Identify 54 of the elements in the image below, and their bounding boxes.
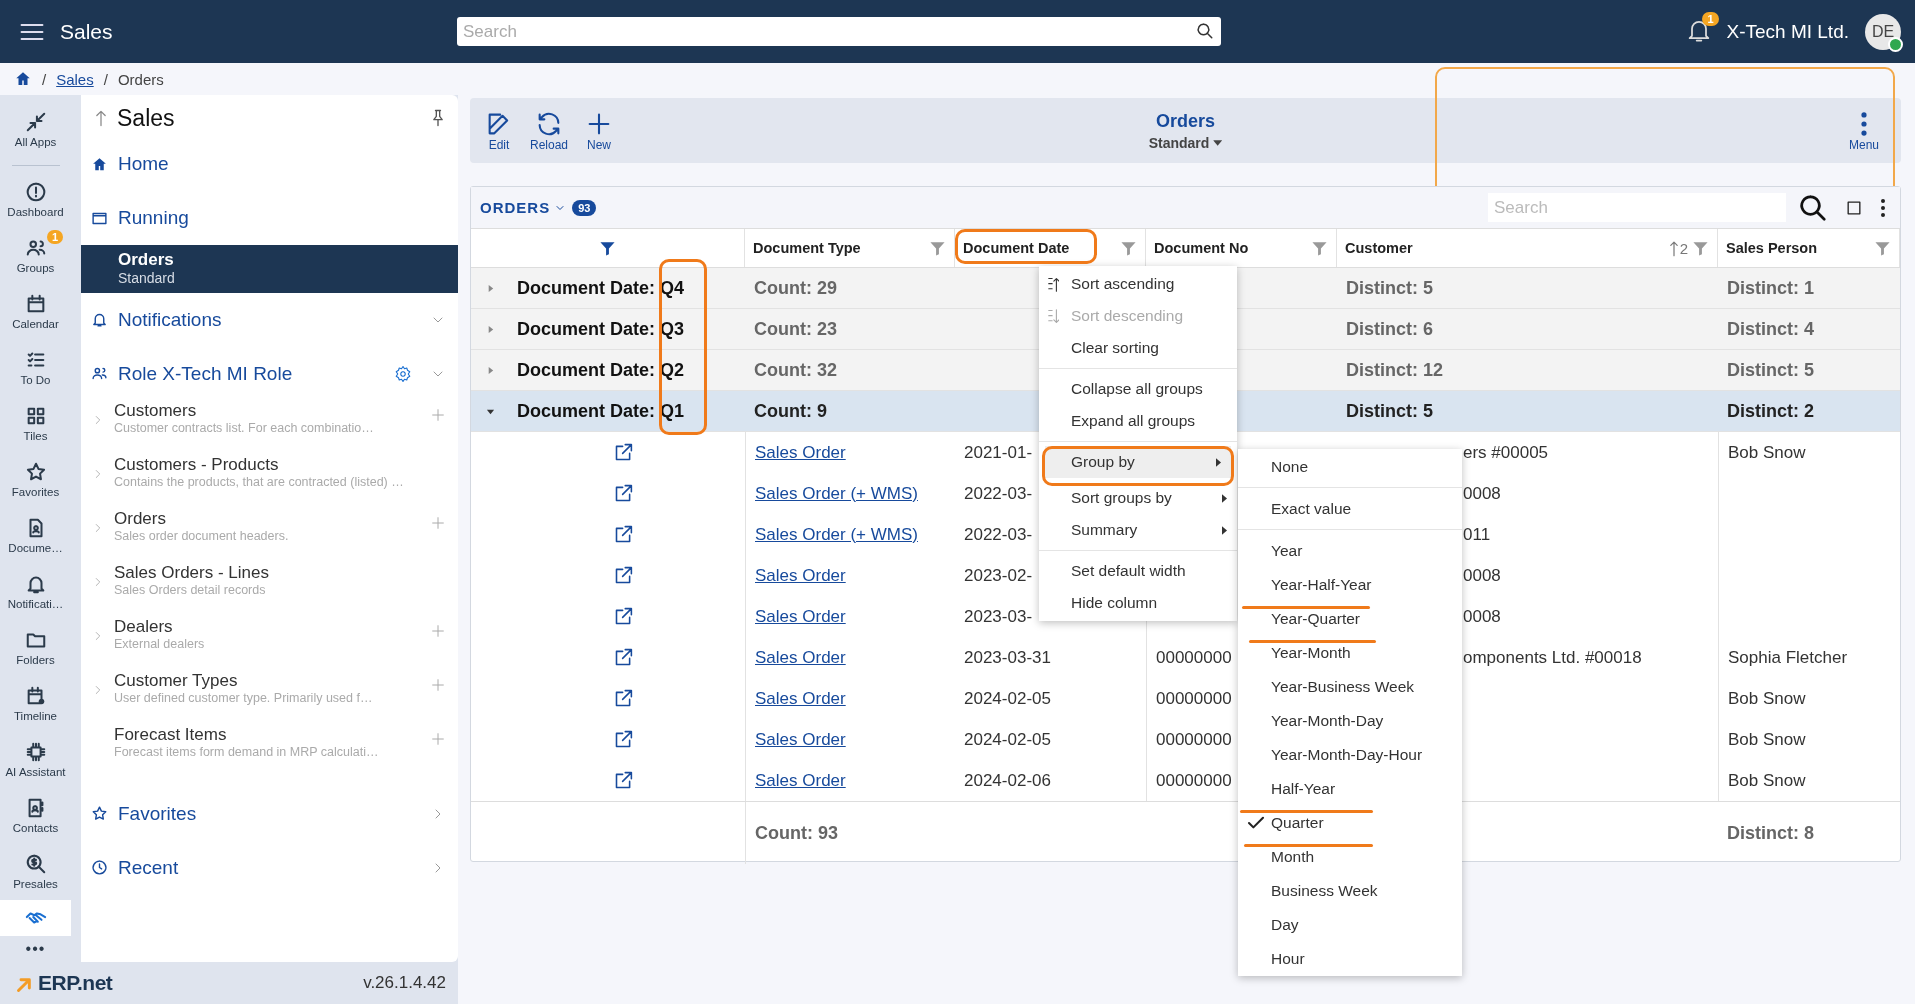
group-label: Document Date: Q4 <box>517 277 685 299</box>
group-summary: Count: 29 <box>754 277 837 299</box>
table-cell: 2022-03- <box>964 483 1033 504</box>
table-cell: 2024-02-05 <box>964 729 1051 750</box>
total-summary: Count: 93 <box>755 822 838 844</box>
notification-badge: 1 <box>1702 11 1719 26</box>
panel-title: Sales <box>117 104 175 132</box>
table-cell: 00000000 <box>1156 729 1232 750</box>
table-cell: Bob Snow <box>1728 770 1806 791</box>
group-summary: Count: 32 <box>754 359 837 381</box>
table-cell: Sophia Fletcher <box>1728 647 1848 668</box>
table-cell: 2022-03- <box>964 524 1033 545</box>
breadcrumb-separator: / <box>42 70 47 88</box>
table-cell: ers #00005 <box>1463 442 1549 463</box>
table-cell: 2021-01- <box>964 442 1033 463</box>
group-summary: Count: 23 <box>754 318 837 340</box>
count-badge: 93 <box>572 199 597 216</box>
view-title: Orders <box>1156 110 1215 132</box>
group-summary: Distinct: 12 <box>1346 359 1444 381</box>
group-summary: Distinct: 5 <box>1727 359 1814 381</box>
count-badge: 1 <box>46 230 63 245</box>
table-cell: 011 <box>1463 524 1491 545</box>
table-cell: 2023-02- <box>964 565 1033 586</box>
group-summary: Distinct: 6 <box>1346 318 1433 340</box>
group-summary: Distinct: 4 <box>1727 318 1814 340</box>
group-summary: Distinct: 1 <box>1727 277 1814 299</box>
group-summary: Distinct: 2 <box>1727 400 1814 422</box>
table-cell: 0008 <box>1463 565 1501 586</box>
table-cell: 2023-03- <box>964 606 1033 627</box>
table-cell: 2023-03-31 <box>964 647 1051 668</box>
sort-order: 2 <box>1679 239 1688 257</box>
version-label: v.26.1.4.42 <box>363 973 446 993</box>
table-cell: omponents Ltd. #00018 <box>1463 647 1642 668</box>
table-cell: 00000000 <box>1156 688 1232 709</box>
table-cell: 0008 <box>1463 606 1501 627</box>
group-label: Document Date: Q2 <box>517 359 685 381</box>
table-cell: 2024-02-06 <box>964 770 1051 791</box>
table-cell: Bob Snow <box>1728 442 1806 463</box>
table-cell: Bob Snow <box>1728 688 1806 709</box>
group-summary: Distinct: 5 <box>1346 277 1433 299</box>
table-cell: 2024-02-05 <box>964 688 1051 709</box>
table-cell: 0008 <box>1463 483 1501 504</box>
group-summary: Distinct: 5 <box>1346 400 1433 422</box>
breadcrumb-current: Orders <box>117 70 164 88</box>
group-label: Document Date: Q3 <box>517 318 685 340</box>
group-summary: Count: 9 <box>754 400 827 422</box>
app-title: Sales <box>60 19 114 44</box>
total-summary: Distinct: 8 <box>1727 822 1814 844</box>
breadcrumb-separator: / <box>103 70 108 88</box>
group-label: Document Date: Q1 <box>517 400 685 422</box>
table-cell: 00000000 <box>1156 647 1232 668</box>
table-cell: 00000000 <box>1156 770 1232 791</box>
table-cell: Bob Snow <box>1728 729 1806 750</box>
logo: ERP.net <box>38 971 113 995</box>
